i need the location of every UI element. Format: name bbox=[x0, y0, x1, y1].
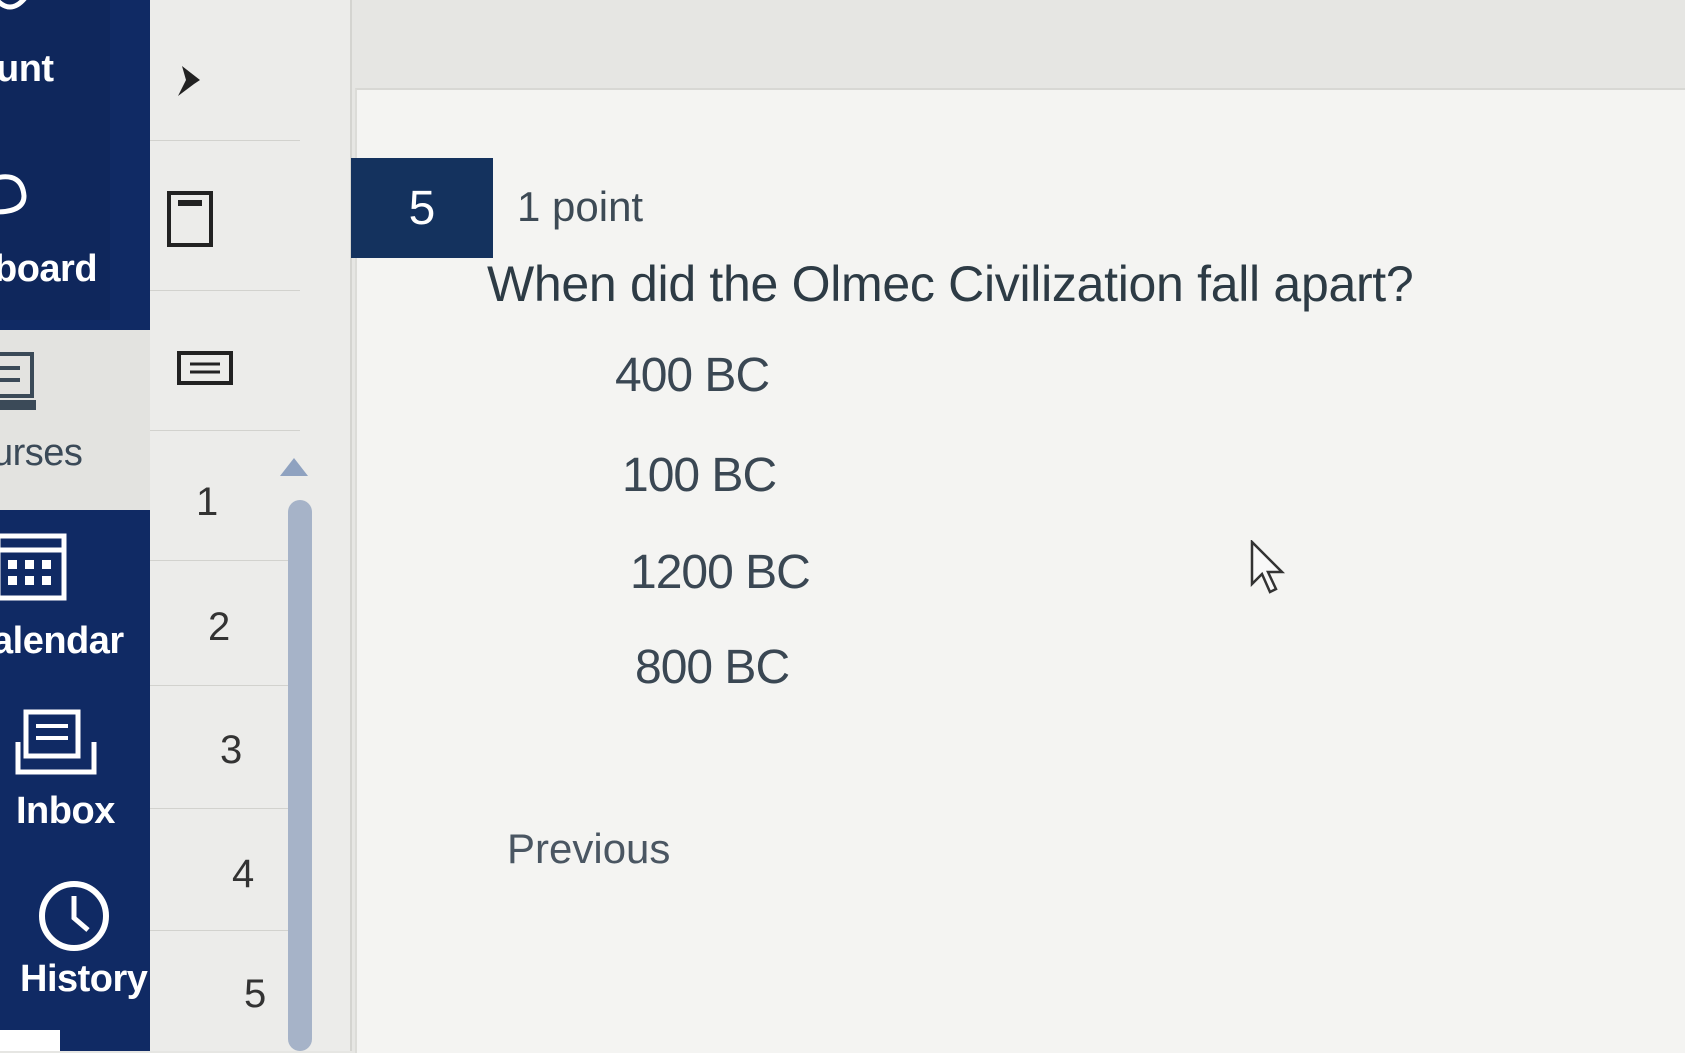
question-panel bbox=[355, 88, 1685, 1053]
divider bbox=[150, 685, 300, 686]
divider bbox=[150, 808, 300, 809]
nav-item-account[interactable]: unt bbox=[0, 0, 150, 110]
question-link-3[interactable]: 3 bbox=[220, 728, 242, 773]
inbox-icon bbox=[15, 709, 97, 775]
scroll-up-arrow[interactable] bbox=[280, 458, 308, 476]
divider bbox=[150, 930, 300, 931]
divider bbox=[150, 560, 300, 561]
scrollbar[interactable] bbox=[288, 500, 312, 1051]
global-navigation: unt board urses alendar Inbox History bbox=[0, 0, 150, 1051]
question-link-1[interactable]: 1 bbox=[196, 480, 218, 525]
question-points: 1 point bbox=[517, 183, 644, 230]
divider bbox=[150, 140, 300, 141]
nav-item-inbox[interactable]: Inbox bbox=[0, 700, 150, 840]
question-number-badge: 5 bbox=[351, 158, 493, 258]
calculator-icon[interactable] bbox=[166, 190, 216, 250]
nav-item-courses[interactable]: urses bbox=[0, 340, 150, 490]
nav-item-history[interactable]: History bbox=[0, 870, 150, 1020]
nav-item-label: board bbox=[0, 248, 98, 290]
previous-button[interactable]: Previous bbox=[507, 825, 670, 873]
courses-icon bbox=[0, 352, 36, 410]
dashboard-icon bbox=[0, 174, 27, 215]
answer-option-3[interactable]: 1200 BC bbox=[630, 545, 811, 600]
nav-bottom-edge bbox=[0, 1030, 60, 1051]
divider bbox=[150, 430, 300, 431]
calendar-icon bbox=[0, 533, 67, 601]
question-link-5[interactable]: 5 bbox=[244, 972, 266, 1017]
nav-item-label: History bbox=[20, 958, 148, 1000]
question-link-4[interactable]: 4 bbox=[232, 852, 254, 897]
nav-item-label: alendar bbox=[0, 620, 124, 662]
answer-option-1[interactable]: 400 BC bbox=[615, 348, 770, 403]
nav-item-label: Inbox bbox=[16, 790, 115, 832]
nav-item-label: urses bbox=[0, 432, 83, 474]
nav-item-label: unt bbox=[0, 48, 54, 90]
question-text: When did the Olmec Civilization fall apa… bbox=[487, 256, 1414, 312]
history-icon bbox=[39, 881, 109, 951]
account-icon bbox=[0, 0, 27, 10]
nav-item-dashboard[interactable]: board bbox=[0, 160, 150, 310]
divider bbox=[150, 290, 300, 291]
answer-option-2[interactable]: 100 BC bbox=[622, 448, 777, 503]
notes-icon[interactable] bbox=[176, 350, 236, 390]
nav-item-calendar[interactable]: alendar bbox=[0, 520, 150, 670]
question-link-2[interactable]: 2 bbox=[208, 605, 230, 650]
mouse-pointer-icon bbox=[1250, 540, 1286, 594]
answer-option-4[interactable]: 800 BC bbox=[635, 640, 790, 695]
pin-icon[interactable] bbox=[170, 62, 210, 102]
